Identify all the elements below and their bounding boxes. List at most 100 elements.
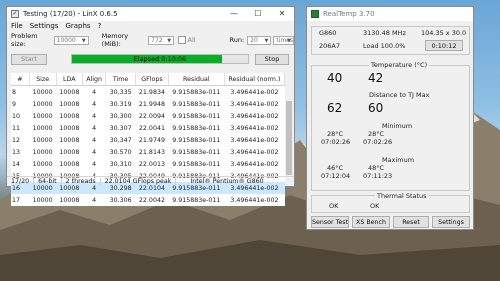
table-cell: 8 [12,88,17,96]
col-header-size[interactable]: Size [29,73,57,86]
table-cell: 9.915883e-011 [172,100,221,108]
cpu-load: Load 100.0% [363,42,406,50]
table-cell: 30.300 [109,112,132,120]
cpu-frequency: 3130.48 MHz [363,29,406,37]
table-cell: 4 [92,100,97,108]
table-cell: 3.496441e-002 [230,148,279,156]
table-cell: 4 [92,160,97,168]
table-row[interactable]: 8 10000 10008 4 30.335 21.9834 9.915883e-011 3.… [11,86,285,99]
table-cell: 10008 [59,160,80,168]
table-cell: 10000 [32,136,53,144]
chevron-down-icon: ▼ [81,37,86,44]
run-label: Run: [229,36,245,44]
realtemp-titlebar[interactable]: RealTemp 3.70 [307,7,473,21]
table-cell: 22.0042 [138,196,165,204]
menu-help[interactable]: ? [98,22,102,30]
xs-bench-button[interactable]: XS Bench [352,216,390,228]
table-cell: 9 [12,100,17,108]
problem-size-select[interactable]: 10000 ▼ [53,35,89,45]
col-header-index[interactable]: # [11,73,30,86]
temperature-label: Temperature (°C) [369,61,430,69]
col-header-time[interactable]: Time [105,73,137,86]
linx-title: Testing (17/20) - LinX 0.6.5 [23,10,118,18]
stop-button[interactable]: Stop [255,53,289,65]
table-cell: 9.915883e-011 [172,124,221,132]
reset-button[interactable]: Reset [393,216,429,228]
table-row[interactable]: 9 10000 10008 4 30.319 21.9948 9.915883e-011 3.… [11,98,285,110]
menu-file[interactable]: File [11,22,23,30]
minimize-button[interactable]: — [222,7,246,21]
table-cell: 4 [92,196,97,204]
table-cell: 10000 [32,124,53,132]
core1-maximum-time: 07:11:23 [363,172,393,180]
status-progress: 17/20 [7,178,35,185]
all-checkbox[interactable] [178,36,186,44]
core1-maximum: 48°C [368,164,385,172]
table-cell: 21.9948 [138,100,165,108]
sensor-test-button[interactable]: Sensor Test [311,216,349,228]
core0-maximum-time: 07:12:04 [321,172,351,180]
memory-select[interactable]: 772 ▼ [148,35,175,45]
core0-temperature: 40 [327,71,343,85]
linx-options-row: Problem size: 10000 ▼ Memory (MiB): 772 ▼ … [7,32,294,48]
run-count-select[interactable]: 20 ▼ [247,35,272,45]
col-header-residual[interactable]: Residual [168,73,225,86]
core1-minimum-time: 07:02:26 [363,138,393,146]
table-cell: 9.915883e-011 [172,160,221,168]
cpuid: 206A7 [319,42,340,50]
run-unit-select[interactable]: times ▼ [273,35,294,45]
timer-button[interactable]: 0:10:12 [425,40,463,51]
core1-thermal-status: OK [370,202,380,210]
status-threads: 2 threads [62,178,101,185]
table-cell: 10000 [32,100,53,108]
menu-settings[interactable]: Settings [30,22,59,30]
close-button[interactable]: ✕ [270,7,294,21]
scrollbar-thumb[interactable] [286,101,292,175]
status-peak: 22.0104 GFlops peak [101,178,177,185]
realtemp-window: RealTemp 3.70 G860 3130.48 MHz 104.35 x … [306,6,474,230]
col-header-residual-norm[interactable]: Residual (norm.) [224,73,286,86]
realtemp-app-icon [311,10,319,18]
chevron-down-icon: ▼ [264,37,269,44]
linx-menubar: File Settings Graphs ? [7,21,294,31]
table-scrollbar[interactable] [285,73,293,179]
table-cell: 22.0094 [138,112,165,120]
linx-window: ✓ Testing (17/20) - LinX 0.6.5 — ☐ ✕ Fil… [6,6,295,206]
table-cell: 3.496441e-002 [230,88,279,96]
col-header-lda[interactable]: LDA [56,73,84,86]
thermal-status-label: Thermal Status [375,192,429,200]
status-cpu: Intel® Pentium® G860 [190,178,264,185]
status-bitness: 64-bit [34,178,62,185]
col-header-gflops[interactable]: GFlops [135,73,169,86]
table-cell: 10000 [32,88,53,96]
table-row[interactable]: 12 10000 10008 4 30.347 21.9749 9.915883e-011 3… [11,134,285,146]
table-cell: 10008 [59,136,80,144]
linx-titlebar[interactable]: ✓ Testing (17/20) - LinX 0.6.5 — ☐ ✕ [7,7,294,21]
maximize-button[interactable]: ☐ [246,7,270,21]
menu-graphs[interactable]: Graphs [65,22,90,30]
start-button[interactable]: Start [11,53,47,65]
table-row[interactable]: 17 10000 10008 4 30.306 22.0042 9.915883e-011 3… [11,194,285,206]
table-row[interactable]: 14 10000 10008 4 30.310 22.0013 9.915883e-011 3… [11,158,285,170]
cpu-model: G860 [319,29,337,37]
table-row[interactable]: 11 10000 10008 4 30.307 22.0041 9.915883e-011 3… [11,122,285,134]
maximum-label: Maximum [382,156,415,164]
table-cell: 30.335 [109,88,132,96]
table-cell: 30.310 [109,160,132,168]
table-cell: 22.0013 [138,160,165,168]
table-row[interactable]: 13 10000 10008 4 30.570 21.8143 9.915883e-011 3… [11,146,285,158]
minimum-label: Minimum [382,122,413,130]
core1-temperature: 42 [368,71,384,85]
core0-thermal-status: OK [329,202,339,210]
table-row[interactable]: 10 10000 10008 4 30.300 22.0094 9.915883e-011 3… [11,110,285,122]
table-cell: 3.496441e-002 [230,100,279,108]
col-header-align[interactable]: Align [82,73,107,86]
table-cell: 30.307 [109,124,132,132]
core0-minimum: 28°C [327,130,344,138]
table-cell: 9.915883e-011 [172,112,221,120]
core0-minimum-time: 07:02:26 [321,138,351,146]
table-cell: 9.915883e-011 [172,196,221,204]
settings-button[interactable]: Settings [432,216,470,228]
table-cell: 10008 [59,124,80,132]
table-cell: 3.496441e-002 [230,160,279,168]
